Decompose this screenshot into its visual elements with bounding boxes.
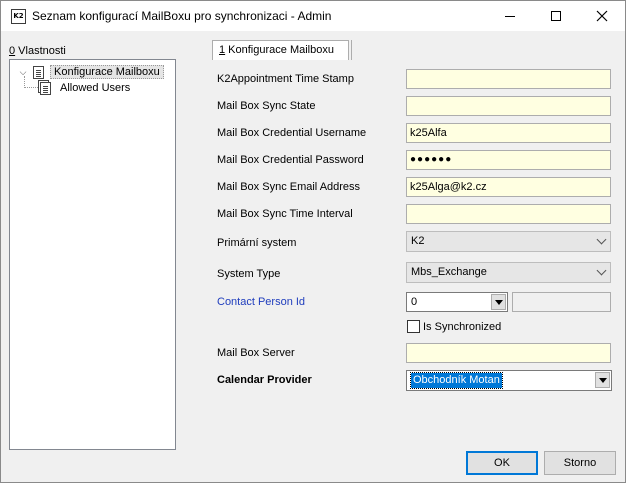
cancel-button[interactable]: Storno xyxy=(544,451,616,475)
close-button[interactable] xyxy=(579,1,625,31)
dropdown-arrow-icon[interactable] xyxy=(491,294,506,310)
sync-email-field[interactable]: k25Alga@k2.cz xyxy=(406,177,611,197)
dialog-window: K2 Seznam konfigurací MailBoxu pro synch… xyxy=(0,0,626,483)
tab-label: Konfigurace Mailboxu xyxy=(225,44,334,56)
calendar-provider-value: Obchodník Motan xyxy=(410,372,503,389)
dropdown-arrow-icon[interactable] xyxy=(595,372,610,388)
sync-email-label: Mail Box Sync Email Address xyxy=(217,181,361,193)
documents-icon xyxy=(40,81,51,95)
mailbox-server-label: Mail Box Server xyxy=(217,347,295,359)
maximize-button[interactable] xyxy=(533,1,579,31)
system-type-select[interactable]: Mbs_Exchange xyxy=(406,262,611,283)
tab-divider xyxy=(351,40,352,60)
credential-username-field[interactable]: k25Alfa xyxy=(406,123,611,143)
tree-item-label: Allowed Users xyxy=(60,82,131,94)
window-title: Seznam konfigurací MailBoxu pro synchron… xyxy=(32,9,332,23)
is-synchronized-checkbox-row[interactable]: Is Synchronized xyxy=(407,320,501,333)
system-type-value: Mbs_Exchange xyxy=(411,266,487,278)
app-icon: K2 xyxy=(11,9,26,24)
credential-password-field[interactable]: ●●●●●● xyxy=(406,150,611,170)
maximize-icon xyxy=(551,11,561,21)
primary-system-value: K2 xyxy=(411,235,425,247)
minimize-button[interactable] xyxy=(487,1,533,31)
is-synchronized-checkbox[interactable] xyxy=(407,320,420,333)
properties-header: 0 Vlastnosti xyxy=(9,45,66,57)
contact-person-select[interactable]: 0 xyxy=(406,292,508,312)
properties-header-label: Vlastnosti xyxy=(15,45,66,57)
appointment-timestamp-label: K2Appointment Time Stamp xyxy=(217,73,354,85)
tree-item-label: Konfigurace Mailboxu xyxy=(50,65,164,79)
contact-person-value: 0 xyxy=(411,296,418,308)
sync-interval-field[interactable] xyxy=(406,204,611,224)
calendar-provider-select[interactable]: Obchodník Motan xyxy=(406,370,612,391)
credential-password-label: Mail Box Credential Password xyxy=(217,154,364,166)
minimize-icon xyxy=(505,15,515,17)
mailbox-server-field[interactable] xyxy=(406,343,611,363)
title-bar: K2 Seznam konfigurací MailBoxu pro synch… xyxy=(1,1,625,31)
primary-system-select[interactable]: K2 xyxy=(406,231,611,252)
ok-button[interactable]: OK xyxy=(466,451,538,475)
chevron-down-icon xyxy=(596,234,607,245)
primary-system-label: Primární system xyxy=(217,237,297,249)
calendar-provider-label: Calendar Provider xyxy=(217,374,312,386)
tree-item-allowed-users[interactable]: Allowed Users xyxy=(40,80,133,96)
properties-tree[interactable]: ⌵ Konfigurace Mailboxu Allowed Users xyxy=(9,59,176,450)
close-icon xyxy=(596,10,608,22)
sync-state-field[interactable] xyxy=(406,96,611,116)
tree-connector xyxy=(24,76,38,88)
is-synchronized-label: Is Synchronized xyxy=(423,320,502,333)
system-type-label: System Type xyxy=(217,268,281,280)
contact-person-name-field xyxy=(512,292,611,312)
tab-konfigurace-mailboxu[interactable]: 1 Konfigurace Mailboxu xyxy=(212,40,349,60)
chevron-down-icon xyxy=(596,265,607,276)
tree-item-konfigurace-mailboxu[interactable]: ⌵ Konfigurace Mailboxu xyxy=(18,64,164,80)
sync-interval-label: Mail Box Sync Time Interval xyxy=(217,208,353,220)
contact-person-link[interactable]: Contact Person Id xyxy=(217,296,305,308)
sync-state-label: Mail Box Sync State xyxy=(217,100,316,112)
credential-username-label: Mail Box Credential Username xyxy=(217,127,367,139)
appointment-timestamp-field[interactable] xyxy=(406,69,611,89)
